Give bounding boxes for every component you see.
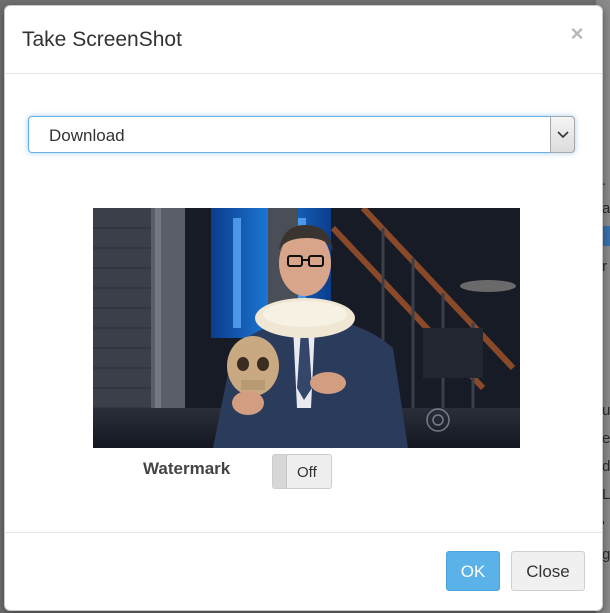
- toggle-state-label: Off: [297, 464, 317, 481]
- select-arrow-button[interactable]: [550, 116, 575, 153]
- background-text: d: [602, 458, 610, 475]
- ok-button[interactable]: OK: [446, 551, 500, 591]
- close-button[interactable]: Close: [511, 551, 585, 591]
- dialog-footer: OK Close: [5, 532, 602, 610]
- dialog-title: Take ScreenShot: [22, 28, 182, 51]
- chevron-down-icon: [557, 131, 569, 139]
- close-icon[interactable]: ×: [568, 23, 586, 45]
- background-text: L: [602, 486, 610, 503]
- background-text: a: [602, 200, 610, 217]
- watermark-toggle[interactable]: Off: [272, 454, 332, 489]
- watermark-label: Watermark: [143, 459, 231, 478]
- background-text: u: [602, 402, 610, 419]
- video-frame-illustration: [93, 208, 520, 448]
- background-text: g: [602, 546, 610, 563]
- format-select[interactable]: Download: [28, 116, 575, 153]
- format-select-value: Download: [49, 126, 125, 145]
- background-text: e: [602, 430, 610, 447]
- dialog-header: Take ScreenShot ×: [5, 6, 602, 74]
- screenshot-dialog: Take ScreenShot × Download Watermark Off…: [4, 5, 603, 611]
- screenshot-preview-image: [93, 208, 520, 448]
- toggle-handle: [273, 455, 287, 488]
